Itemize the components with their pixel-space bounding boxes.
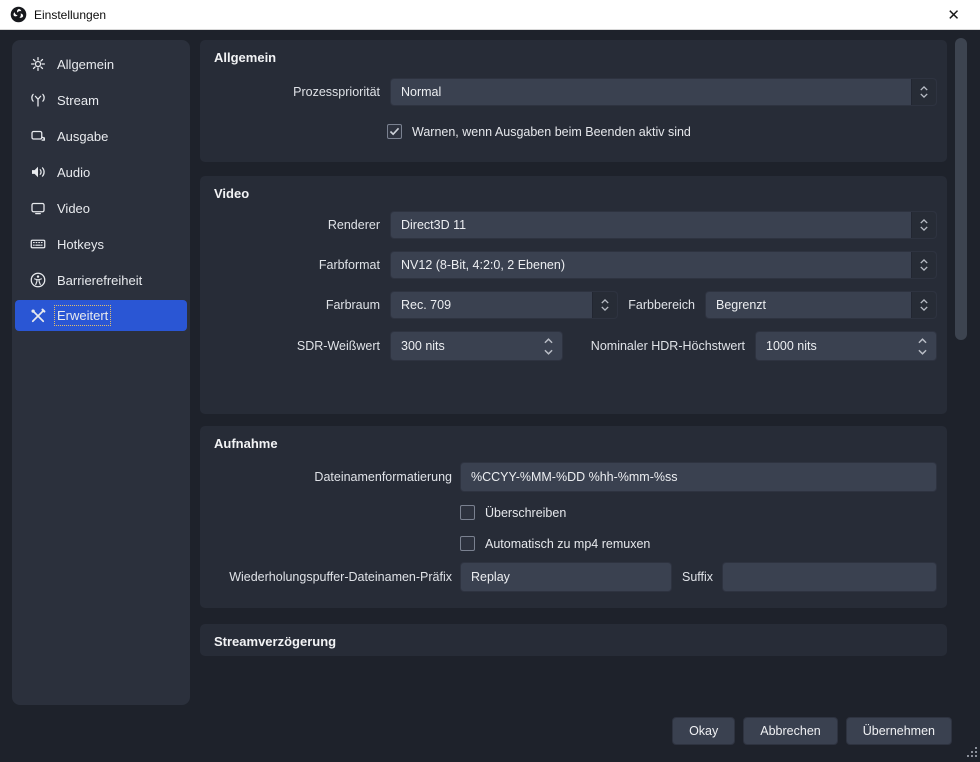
output-icon (28, 127, 47, 146)
suffix-label: Suffix (682, 570, 713, 584)
settings-sidebar: Allgemein Stream Ausgabe Audio (12, 40, 190, 705)
section-streamverzoegerung: Streamverzögerung (200, 624, 947, 656)
spinbox-value: 300 nits (391, 339, 536, 353)
combobox-arrows-icon[interactable] (592, 292, 617, 318)
broadcast-icon (28, 91, 47, 110)
sdr-weisswert-label: SDR-Weißwert (200, 339, 380, 353)
prozessprioritaet-label: Prozesspriorität (200, 85, 380, 99)
farbformat-combobox[interactable]: NV12 (8-Bit, 4:2:0, 2 Ebenen) (390, 251, 937, 279)
sidebar-item-erweitert[interactable]: Erweitert (15, 300, 187, 331)
sidebar-item-audio[interactable]: Audio (15, 154, 187, 190)
sidebar-item-ausgabe[interactable]: Ausgabe (15, 118, 187, 154)
section-aufnahme: Aufnahme Dateinamenformatierung Überschr… (200, 426, 947, 608)
okay-button[interactable]: Okay (672, 717, 735, 745)
combobox-value: Rec. 709 (391, 298, 592, 312)
section-title: Aufnahme (214, 436, 278, 451)
titlebar[interactable]: Einstellungen ✕ (0, 0, 980, 30)
sidebar-item-label: Hotkeys (57, 237, 104, 252)
remux-checkbox[interactable]: Automatisch zu mp4 remuxen (460, 536, 650, 551)
combobox-value: Normal (391, 85, 911, 99)
combobox-value: Begrenzt (706, 298, 911, 312)
warn-on-exit-checkbox[interactable]: Warnen, wenn Ausgaben beim Beenden aktiv… (387, 124, 691, 139)
ueberschreiben-checkbox[interactable]: Überschreiben (460, 505, 566, 520)
suffix-input[interactable] (723, 563, 936, 591)
dateinamenformatierung-input[interactable] (461, 463, 936, 491)
checkbox-unchecked-icon (460, 505, 475, 520)
combobox-value: NV12 (8-Bit, 4:2:0, 2 Ebenen) (391, 258, 911, 272)
section-title: Video (214, 186, 249, 201)
section-title: Streamverzögerung (214, 634, 336, 649)
checkbox-label: Automatisch zu mp4 remuxen (485, 537, 650, 551)
spinbox-arrows-icon[interactable] (910, 338, 934, 355)
sidebar-item-barrierefreiheit[interactable]: Barrierefreiheit (15, 262, 187, 298)
section-video: Video Renderer Direct3D 11 Farbformat NV… (200, 176, 947, 414)
sidebar-item-allgemein[interactable]: Allgemein (15, 46, 187, 82)
hdr-hoechstwert-label: Nominaler HDR-Höchstwert (563, 339, 755, 353)
prozessprioritaet-combobox[interactable]: Normal (390, 78, 937, 106)
renderer-combobox[interactable]: Direct3D 11 (390, 211, 937, 239)
replay-praefix-input-wrap (460, 562, 672, 592)
spinbox-arrows-icon[interactable] (536, 338, 560, 355)
replay-praefix-input[interactable] (461, 563, 671, 591)
checkbox-label: Überschreiben (485, 506, 566, 520)
combobox-arrows-icon[interactable] (911, 212, 936, 238)
combobox-arrows-icon[interactable] (911, 79, 936, 105)
abbrechen-button[interactable]: Abbrechen (743, 717, 837, 745)
sidebar-item-label: Audio (57, 165, 90, 180)
speaker-icon (28, 163, 47, 182)
combobox-arrows-icon[interactable] (911, 252, 936, 278)
sidebar-item-stream[interactable]: Stream (15, 82, 187, 118)
dateinamenformatierung-input-wrap (460, 462, 937, 492)
sidebar-item-video[interactable]: Video (15, 190, 187, 226)
sidebar-item-label: Barrierefreiheit (57, 273, 142, 288)
dialog-footer: Okay Abbrechen Übernehmen (672, 717, 952, 745)
farbbereich-label: Farbbereich (618, 298, 705, 312)
checkbox-label: Warnen, wenn Ausgaben beim Beenden aktiv… (412, 125, 691, 139)
resize-grip[interactable] (966, 746, 978, 761)
renderer-label: Renderer (200, 218, 380, 232)
sidebar-item-label: Video (57, 201, 90, 216)
monitor-icon (28, 199, 47, 218)
replay-praefix-label: Wiederholungspuffer-Dateinamen-Präfix (200, 570, 452, 584)
gear-icon (28, 55, 47, 74)
accessibility-icon (28, 271, 47, 290)
obs-logo-icon (10, 6, 27, 23)
farbraum-combobox[interactable]: Rec. 709 (390, 291, 618, 319)
sidebar-item-hotkeys[interactable]: Hotkeys (15, 226, 187, 262)
sidebar-item-label: Erweitert (57, 308, 108, 323)
section-title: Allgemein (214, 50, 276, 65)
combobox-arrows-icon[interactable] (911, 292, 936, 318)
window-title: Einstellungen (34, 8, 937, 22)
hdr-hoechstwert-spinbox[interactable]: 1000 nits (755, 331, 937, 361)
settings-content: Allgemein Prozesspriorität Normal Warnen… (200, 40, 947, 740)
close-icon[interactable]: ✕ (937, 6, 970, 24)
spinbox-value: 1000 nits (756, 339, 910, 353)
keyboard-icon (28, 235, 47, 254)
checkbox-unchecked-icon (460, 536, 475, 551)
suffix-input-wrap (722, 562, 937, 592)
farbbereich-combobox[interactable]: Begrenzt (705, 291, 937, 319)
combobox-value: Direct3D 11 (391, 218, 911, 232)
tools-icon (28, 306, 47, 325)
scrollbar-track[interactable] (954, 34, 967, 704)
scrollbar-thumb[interactable] (955, 38, 967, 340)
checkbox-checked-icon (387, 124, 402, 139)
uebernehmen-button[interactable]: Übernehmen (846, 717, 952, 745)
section-allgemein: Allgemein Prozesspriorität Normal Warnen… (200, 40, 947, 162)
sidebar-item-label: Allgemein (57, 57, 114, 72)
sdr-weisswert-spinbox[interactable]: 300 nits (390, 331, 563, 361)
dateinamenformatierung-label: Dateinamenformatierung (200, 470, 452, 484)
sidebar-item-label: Stream (57, 93, 99, 108)
farbformat-label: Farbformat (200, 258, 380, 272)
sidebar-item-label: Ausgabe (57, 129, 108, 144)
farbraum-label: Farbraum (200, 298, 380, 312)
